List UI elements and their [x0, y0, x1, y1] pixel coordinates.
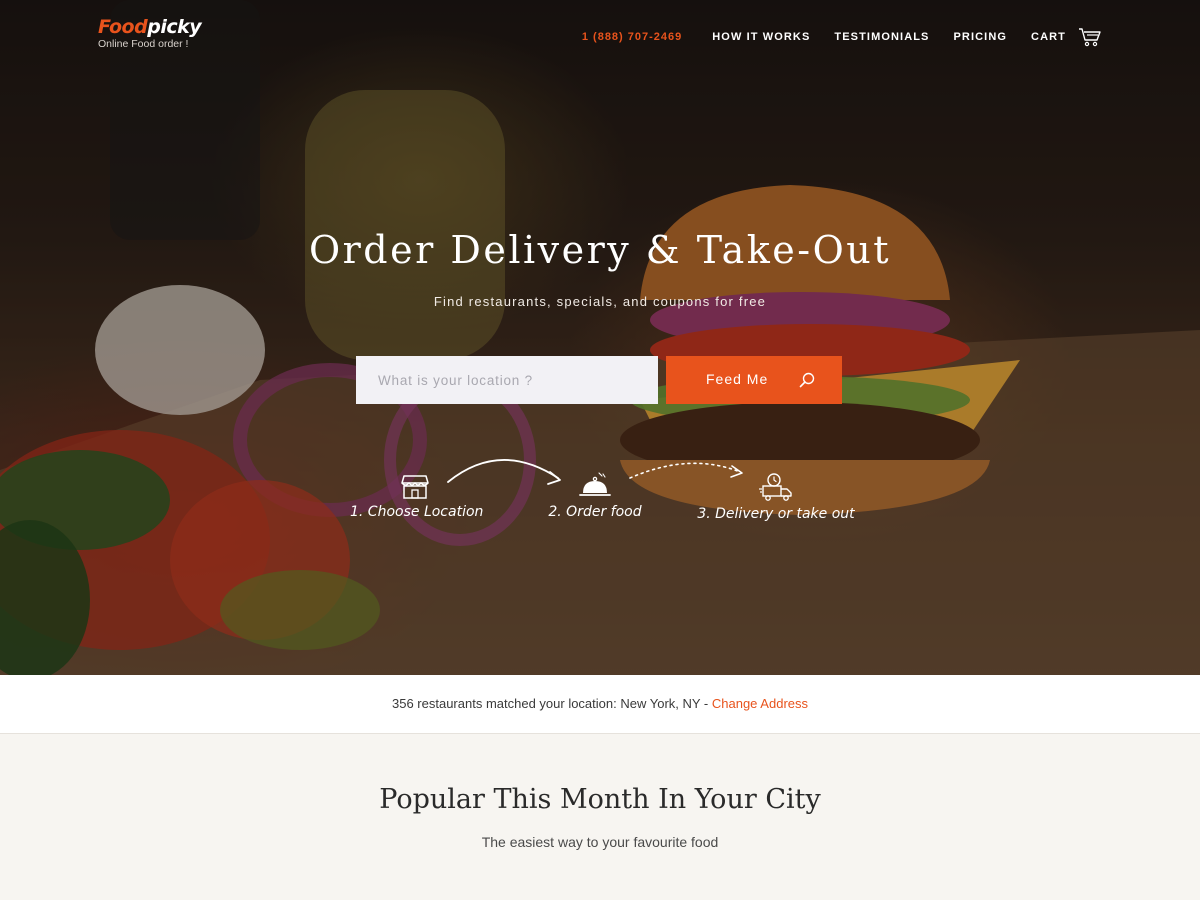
logo-secondary-text: picky — [147, 16, 202, 38]
logo[interactable]: Foodpicky Online Food order ! — [98, 14, 202, 50]
change-address-link[interactable]: Change Address — [712, 696, 808, 711]
hero-subtitle: Find restaurants, specials, and coupons … — [433, 294, 767, 309]
hero-section: Foodpicky Online Food order ! 1 (888) 70… — [0, 0, 1200, 675]
shopping-cart-icon[interactable] — [1078, 27, 1102, 47]
step-order-food: 2. Order food — [540, 472, 650, 520]
feed-me-button[interactable]: Feed Me — [666, 356, 842, 404]
step-2-label: 2. Order food — [548, 504, 642, 520]
popular-title: Popular This Month In Your City — [379, 784, 821, 815]
step-delivery: 3. Delivery or take out — [696, 472, 856, 522]
logo-tagline: Online Food order ! — [98, 38, 189, 50]
nav-how-it-works[interactable]: HOW IT WORKS — [712, 31, 810, 43]
step-choose-location: 1. Choose Location — [350, 474, 484, 520]
popular-section: Popular This Month In Your City The easi… — [0, 734, 1200, 900]
site-header: Foodpicky Online Food order ! 1 (888) 70… — [98, 14, 1102, 62]
nav-pricing[interactable]: PRICING — [954, 31, 1008, 43]
match-count-text: 356 restaurants matched your location: N… — [392, 696, 712, 711]
delivery-truck-icon — [759, 473, 792, 501]
cloche-icon — [579, 472, 611, 496]
hero-overlay — [0, 0, 1200, 675]
main-nav: 1 (888) 707-2469 HOW IT WORKS TESTIMONIA… — [582, 24, 1102, 50]
step-1-label: 1. Choose Location — [350, 504, 484, 520]
search-icon — [799, 372, 815, 388]
step-3-label: 3. Delivery or take out — [697, 506, 855, 522]
hero-title: Order Delivery & Take-Out — [308, 228, 891, 272]
feed-me-button-label: Feed Me — [706, 371, 769, 387]
location-match-bar: 356 restaurants matched your location: N… — [0, 675, 1200, 734]
nav-testimonials[interactable]: TESTIMONIALS — [834, 31, 929, 43]
phone-number[interactable]: 1 (888) 707-2469 — [582, 31, 682, 43]
nav-cart[interactable]: CART — [1031, 31, 1066, 43]
logo-primary-text: Food — [98, 16, 148, 38]
popular-subtitle: The easiest way to your favourite food — [481, 834, 719, 850]
store-icon — [401, 475, 429, 499]
location-search-input[interactable] — [356, 356, 658, 404]
logo-wordmark: Foodpicky — [98, 14, 202, 40]
